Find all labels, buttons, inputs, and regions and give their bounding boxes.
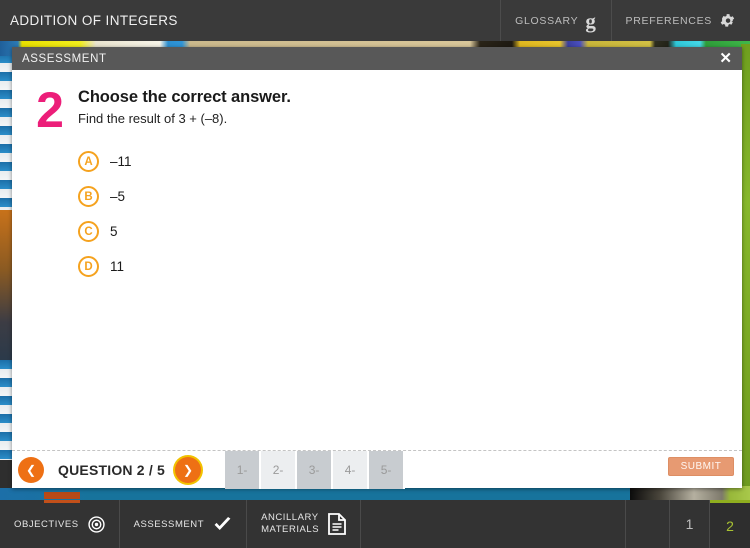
document-icon: [328, 513, 347, 535]
ancillary-materials-label: ANCILLARY MATERIALS: [261, 512, 319, 536]
answer-option-d[interactable]: D 11: [78, 249, 742, 284]
modal-body: 2 Choose the correct answer. Find the re…: [12, 70, 742, 489]
option-bubble-c[interactable]: C: [78, 221, 99, 242]
answer-options-list: A –11 B –5 C 5 D 11: [78, 144, 742, 284]
question-tab-1[interactable]: 1-: [225, 450, 262, 489]
option-text-b: –5: [110, 189, 126, 204]
option-bubble-a[interactable]: A: [78, 151, 99, 172]
question-prompt: Choose the correct answer.: [78, 88, 291, 106]
answer-option-c[interactable]: C 5: [78, 214, 742, 249]
preferences-label: PREFERENCES: [625, 14, 712, 27]
option-text-a: –11: [110, 154, 132, 169]
toolbar-gap: [626, 500, 670, 548]
modal-title: ASSESSMENT: [22, 52, 107, 65]
glossary-button[interactable]: GLOSSARY g: [500, 0, 610, 41]
option-bubble-b[interactable]: B: [78, 186, 99, 207]
question-content: 2 Choose the correct answer. Find the re…: [12, 70, 742, 450]
close-icon[interactable]: ✕: [717, 51, 734, 66]
assessment-modal: ASSESSMENT ✕ 2 Choose the correct answer…: [12, 47, 742, 489]
top-header-bar: ADDITION OF INTEGERS GLOSSARY g PREFEREN…: [0, 0, 750, 41]
target-icon: [87, 515, 105, 533]
bottom-toolbar: OBJECTIVES ASSESSMENT ANCILLARY MATERIAL…: [0, 500, 750, 548]
next-question-button[interactable]: ❯: [175, 456, 202, 483]
check-icon: [213, 516, 232, 533]
question-tab-3[interactable]: 3-: [297, 450, 334, 489]
option-bubble-d[interactable]: D: [78, 256, 99, 277]
question-tab-2[interactable]: 2-: [261, 450, 298, 489]
objectives-label: OBJECTIVES: [14, 518, 79, 530]
answer-option-b[interactable]: B –5: [78, 179, 742, 214]
background-image-right: [741, 44, 750, 496]
ancillary-line1: ANCILLARY: [261, 512, 319, 524]
page-button-2[interactable]: 2: [710, 500, 750, 548]
ancillary-line2: MATERIALS: [261, 524, 320, 535]
assessment-button[interactable]: ASSESSMENT: [120, 500, 248, 548]
question-tabs: 1- 2- 3- 4- 5-: [225, 450, 406, 489]
question-text-block: Choose the correct answer. Find the resu…: [72, 88, 742, 450]
option-text-c: 5: [110, 224, 118, 239]
preferences-button[interactable]: PREFERENCES: [610, 0, 750, 41]
page-title: ADDITION OF INTEGERS: [10, 13, 178, 28]
toolbar-active-indicator: [44, 500, 80, 503]
question-subprompt: Find the result of 3 + (–8).: [78, 111, 228, 126]
previous-question-button[interactable]: ❮: [18, 456, 44, 483]
answer-option-a[interactable]: A –11: [78, 144, 742, 179]
modal-title-bar: ASSESSMENT ✕: [12, 47, 742, 70]
chevron-right-icon: ❯: [183, 462, 194, 477]
chevron-left-icon: ❮: [25, 462, 37, 477]
question-number: 2: [36, 82, 64, 138]
ancillary-materials-button[interactable]: ANCILLARY MATERIALS: [247, 500, 362, 548]
toolbar-spacer: [361, 500, 626, 548]
question-counter-label: QUESTION 2 / 5: [58, 461, 166, 478]
assessment-label: ASSESSMENT: [133, 518, 205, 530]
option-text-d: 11: [110, 259, 125, 274]
background-accent-bar: [44, 492, 80, 499]
page-button-1[interactable]: 1: [670, 500, 710, 548]
submit-button[interactable]: SUBMIT: [668, 457, 734, 476]
assessment-app: ADDITION OF INTEGERS GLOSSARY g PREFEREN…: [0, 0, 750, 548]
question-tab-5[interactable]: 5-: [369, 450, 406, 489]
question-navigation-bar: ❮ QUESTION 2 / 5 ❯ 1- 2- 3- 4- 5- SUBMIT: [12, 450, 742, 489]
gear-icon: [719, 12, 736, 29]
question-tab-4[interactable]: 4-: [333, 450, 370, 489]
glossary-label: GLOSSARY: [515, 14, 579, 27]
objectives-button[interactable]: OBJECTIVES: [0, 500, 120, 548]
glossary-g-icon: g: [585, 9, 597, 34]
